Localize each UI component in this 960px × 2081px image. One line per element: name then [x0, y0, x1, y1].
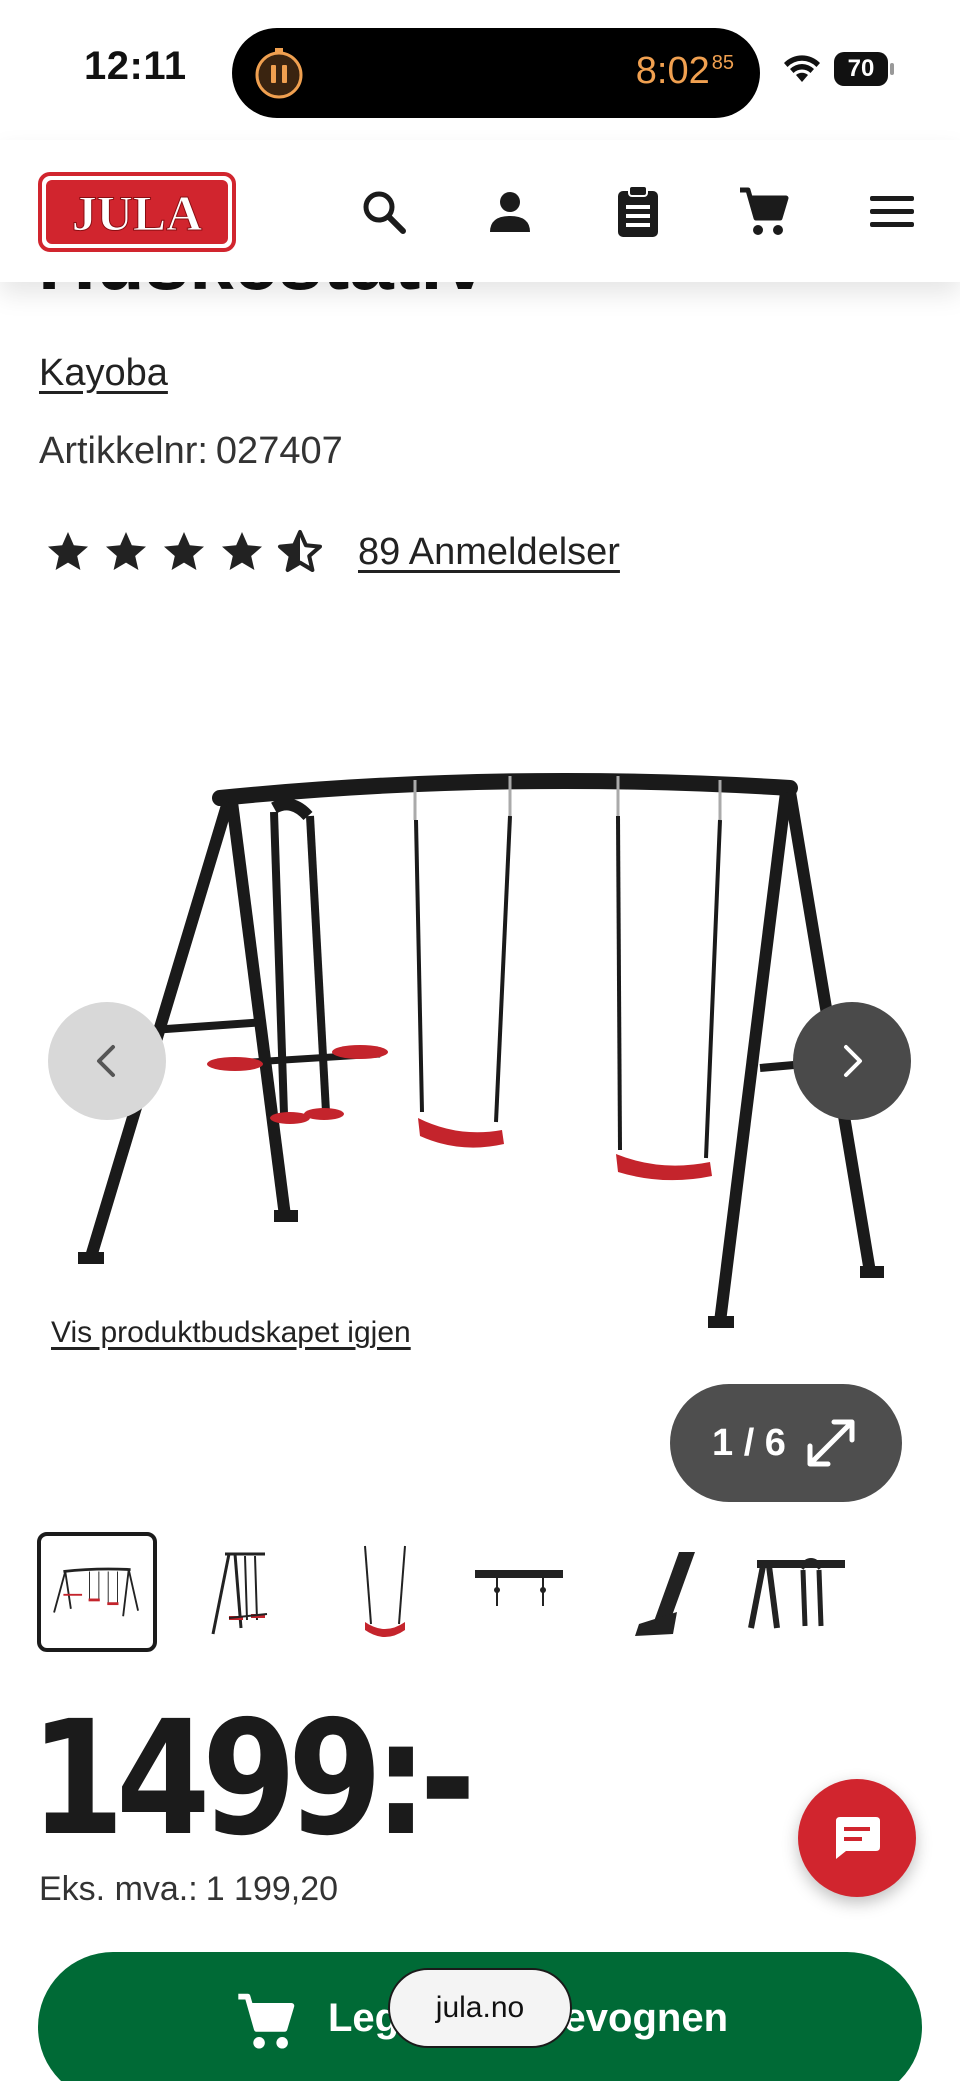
thumbnail-frame-joint — [748, 1558, 845, 1629]
brand-link[interactable]: Kayoba — [39, 352, 168, 395]
search-button[interactable] — [354, 182, 414, 242]
star-full-icon — [106, 532, 146, 570]
chevron-left-icon — [97, 1045, 115, 1077]
chat-icon — [836, 1817, 880, 1859]
show-product-message-link[interactable]: Vis produktbudskapet igjen — [51, 1316, 411, 1350]
site-header: JULA — [0, 140, 960, 282]
battery-level: 70 — [847, 55, 875, 82]
gallery-counter-button[interactable]: 1 / 6 — [670, 1384, 902, 1502]
menu-button[interactable] — [862, 182, 922, 242]
thumbnail-4[interactable] — [461, 1532, 581, 1652]
chat-button[interactable] — [798, 1779, 916, 1897]
star-full-icon — [164, 532, 204, 570]
product-price: 1499:- — [30, 1687, 476, 1871]
clipboard-icon — [618, 185, 658, 237]
search-icon — [363, 191, 406, 234]
battery-indicator: 70 — [834, 52, 896, 86]
thumbnail-1[interactable] — [37, 1532, 157, 1652]
jula-logo[interactable]: JULA — [38, 172, 236, 252]
thumbnail-glider — [211, 1552, 268, 1635]
account-button[interactable] — [480, 182, 540, 242]
sku-label: Artikkelnr: — [39, 430, 208, 472]
thumbnail-3[interactable] — [323, 1532, 443, 1652]
thumbnail-swing-seat — [364, 1545, 406, 1637]
expand-icon — [807, 1419, 855, 1467]
timer-icon — [255, 48, 303, 99]
gallery-prev-button[interactable] — [48, 1002, 166, 1120]
ex-vat-label: Eks. mva.: — [39, 1870, 198, 1908]
price-ex-vat: Eks. mva.: 1 199,20 — [39, 1870, 338, 1909]
timer-readout: 8:02 85 — [636, 50, 734, 93]
timer-fraction: 85 — [711, 52, 734, 74]
sku-value: 027407 — [215, 430, 343, 472]
dynamic-island[interactable]: 8:02 85 — [232, 28, 760, 118]
thumbnail-swing-set — [53, 1567, 139, 1617]
menu-icon — [870, 196, 914, 227]
account-icon — [490, 192, 530, 232]
browser-url-pill[interactable]: jula.no — [388, 1968, 572, 2048]
thumbnail-leg-foot — [635, 1552, 695, 1636]
thumbnail-5[interactable] — [599, 1532, 719, 1652]
article-number: Artikkelnr: 027407 — [39, 430, 343, 473]
wifi-icon — [784, 55, 820, 82]
cart-icon — [238, 1993, 295, 2049]
star-full-icon — [222, 532, 262, 570]
reviews-link[interactable]: 89 Anmeldelser — [358, 531, 620, 574]
cart-icon — [740, 187, 789, 235]
cart-button[interactable] — [734, 182, 794, 242]
timer-main: 8:02 — [635, 50, 710, 92]
star-full-icon — [48, 532, 88, 570]
status-time: 12:11 — [84, 44, 187, 88]
thumbnail-6[interactable] — [737, 1532, 857, 1652]
rating-row[interactable]: 89 Anmeldelser — [44, 524, 620, 580]
star-half-icon — [278, 530, 322, 572]
shopping-list-button[interactable] — [608, 182, 668, 242]
chevron-right-icon — [844, 1045, 862, 1077]
status-bar: 12:11 8:02 85 70 — [0, 0, 960, 140]
thumbnail-2[interactable] — [185, 1532, 305, 1652]
gallery-counter: 1 / 6 — [712, 1422, 786, 1464]
gallery-next-button[interactable] — [793, 1002, 911, 1120]
thumbnail-crossbar — [475, 1570, 563, 1606]
ex-vat-value: 1 199,20 — [205, 1870, 339, 1908]
product-image-swing-set[interactable] — [60, 740, 900, 1380]
svg-text:JULA: JULA — [72, 185, 203, 241]
gallery-thumbnails — [37, 1532, 897, 1652]
